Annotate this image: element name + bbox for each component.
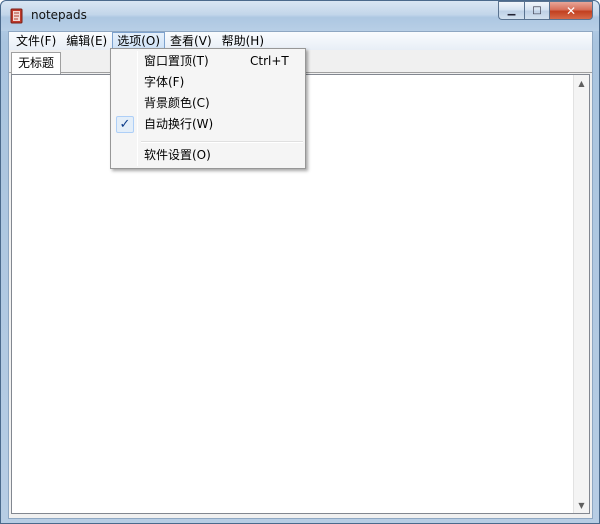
menu-file[interactable]: 文件(F) [11, 32, 61, 50]
menu-item-settings[interactable]: 软件设置(O) [113, 145, 303, 166]
notepad-app-icon [10, 8, 23, 24]
menu-item-shortcut: Ctrl+T [250, 54, 289, 68]
close-button[interactable]: ✕ [549, 1, 593, 20]
maximize-icon: □ [532, 5, 542, 16]
minimize-button[interactable]: ▁ [498, 1, 524, 20]
menu-item-always-on-top[interactable]: 窗口置顶(T) Ctrl+T [113, 51, 303, 72]
options-dropdown-menu: 窗口置顶(T) Ctrl+T 字体(F) 背景颜色(C) ✓ 自动换行(W) 软… [110, 48, 306, 169]
window-controls: ▁ □ ✕ [498, 1, 593, 21]
title-bar[interactable]: notepads ▁ □ ✕ [1, 1, 599, 31]
minimize-icon: ▁ [507, 5, 516, 16]
menu-item-label: 窗口置顶(T) [144, 54, 209, 68]
menu-item-label: 背景颜色(C) [144, 96, 210, 110]
menu-item-label: 软件设置(O) [144, 148, 211, 162]
menu-item-background-color[interactable]: 背景颜色(C) [113, 93, 303, 114]
checkmark-icon: ✓ [116, 116, 134, 133]
menu-item-word-wrap[interactable]: ✓ 自动换行(W) [113, 114, 303, 135]
scroll-down-arrow-icon[interactable]: ▼ [574, 497, 589, 513]
menu-item-label: 字体(F) [144, 75, 185, 89]
tab-untitled[interactable]: 无标题 [11, 52, 62, 74]
menu-item-font[interactable]: 字体(F) [113, 72, 303, 93]
menu-edit[interactable]: 编辑(E) [61, 32, 112, 50]
vertical-scrollbar[interactable]: ▲ ▼ [573, 75, 589, 513]
close-icon: ✕ [565, 3, 577, 18]
menu-separator [141, 141, 303, 143]
menu-item-label: 自动换行(W) [144, 117, 214, 131]
maximize-button[interactable]: □ [524, 1, 549, 20]
window-title: notepads [31, 8, 87, 22]
scroll-up-arrow-icon[interactable]: ▲ [574, 75, 589, 91]
